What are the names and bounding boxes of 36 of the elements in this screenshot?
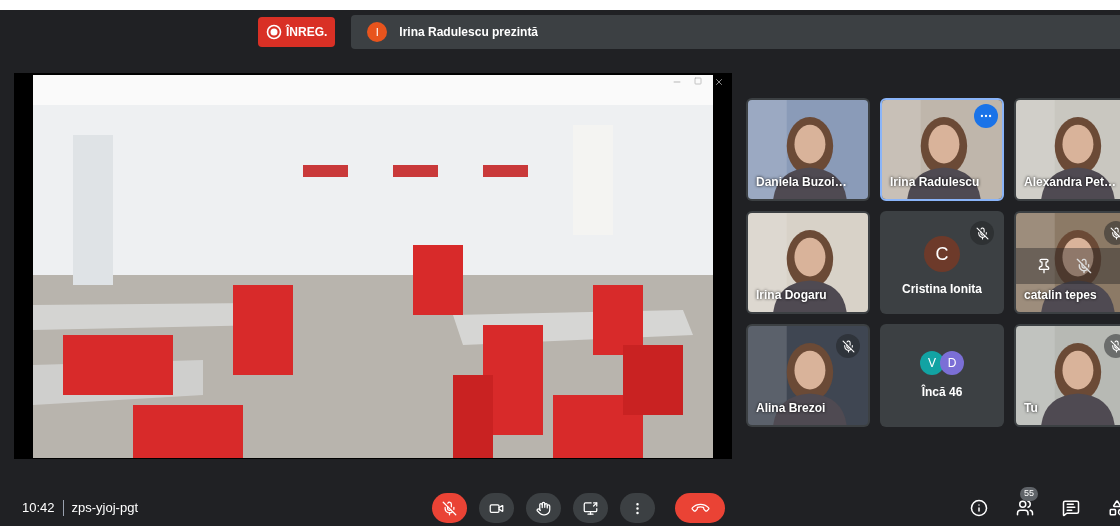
mic-off-glyph-icon bbox=[1109, 226, 1120, 240]
avatar: D bbox=[940, 350, 964, 375]
mic-off-icon bbox=[442, 500, 457, 516]
microphone-button[interactable] bbox=[432, 493, 467, 523]
recording-label: ÎNREG. bbox=[286, 23, 328, 41]
hang-up-button[interactable] bbox=[675, 493, 725, 523]
people-count-badge: 55 bbox=[1020, 487, 1038, 501]
participant-tile[interactable]: Alina Brezoi bbox=[746, 324, 870, 427]
avatar: C bbox=[924, 235, 960, 272]
present-button[interactable] bbox=[573, 493, 608, 523]
presenter-text: Irina Radulescu prezintă bbox=[399, 24, 539, 41]
people-icon[interactable] bbox=[1016, 499, 1034, 517]
mic-off-icon[interactable] bbox=[1076, 257, 1092, 274]
mic-off-glyph-icon bbox=[1109, 339, 1120, 353]
present-screen-icon bbox=[583, 500, 598, 516]
info-icon[interactable] bbox=[970, 499, 988, 517]
participant-name: Tu bbox=[1024, 400, 1038, 417]
participant-name: Cristina Ionita bbox=[902, 280, 982, 298]
mic-off-glyph-icon bbox=[975, 226, 989, 240]
mic-off-glyph-icon bbox=[841, 339, 855, 353]
record-icon bbox=[266, 24, 282, 40]
hand-icon bbox=[536, 500, 551, 516]
meeting-time: 10:42 bbox=[22, 499, 55, 518]
camera-button[interactable] bbox=[479, 493, 514, 523]
pin-icon[interactable] bbox=[1036, 257, 1052, 274]
presenter-avatar: I bbox=[367, 22, 388, 42]
avatar: V bbox=[920, 350, 944, 375]
participant-tile[interactable]: V D Încă 46 bbox=[880, 324, 1004, 427]
raise-hand-button[interactable] bbox=[526, 493, 561, 523]
participant-tile[interactable]: C Cristina Ionita bbox=[880, 211, 1004, 314]
more-options-button[interactable] bbox=[620, 493, 655, 523]
chat-icon[interactable] bbox=[1062, 499, 1080, 517]
close-icon[interactable] bbox=[714, 77, 724, 87]
participant-name: Alina Brezoi bbox=[756, 400, 826, 417]
meeting-code: zps-yjoj-pgt bbox=[71, 499, 138, 518]
more-participants-label: Încă 46 bbox=[921, 383, 963, 401]
